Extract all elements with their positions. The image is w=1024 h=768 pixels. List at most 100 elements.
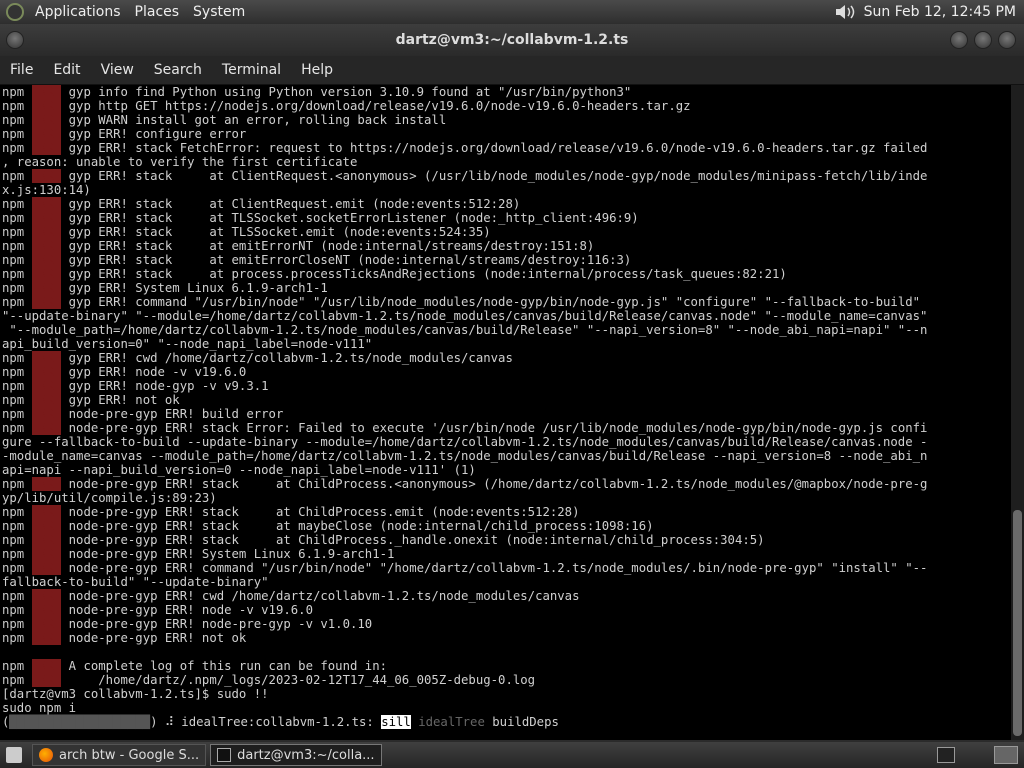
close-button[interactable] [998,31,1016,49]
npm-prefix: npm [2,659,32,673]
terminal-line: yp/lib/util/compile.js:89:23) [2,491,1011,505]
terminal-line: npm ERR! gyp ERR! cwd /home/dartz/collab… [2,351,1011,365]
line-text: gyp ERR! System Linux 6.1.9-arch1-1 [68,281,328,295]
minimize-button[interactable] [950,31,968,49]
task-terminal[interactable]: dartz@vm3:~/colla... [210,744,382,766]
volume-icon[interactable] [834,3,856,21]
terminal-line: gure --fallback-to-build --update-binary… [2,435,1011,449]
show-desktop-icon[interactable] [6,747,22,763]
line-text: gyp http GET https://nodejs.org/download… [68,99,691,113]
panel-menu-system[interactable]: System [186,0,252,24]
npm-prefix: npm [2,113,32,127]
menu-help[interactable]: Help [291,56,343,84]
line-text: gyp ERR! stack at ClientRequest.emit (no… [68,197,521,211]
terminal-line: npm ERR! node-pre-gyp ERR! stack at mayb… [2,519,1011,533]
line-text: node-pre-gyp ERR! stack at maybeClose (n… [68,519,654,533]
line-text: node-pre-gyp ERR! not ok [68,631,247,645]
taskbar: arch btw - Google S... dartz@vm3:~/colla… [0,742,1024,768]
panel-menu-applications[interactable]: Applications [28,0,128,24]
task-browser[interactable]: arch btw - Google S... [32,744,207,766]
terminal-line: npm ERR! gyp WARN install got an error, … [2,113,1011,127]
distro-logo-icon[interactable] [6,3,24,21]
log-level-tag: ERR! [31,141,62,155]
window-titlebar[interactable]: dartz@vm3:~/collabvm-1.2.ts [0,24,1024,56]
menu-terminal[interactable]: Terminal [212,56,291,84]
line-text: gyp WARN install got an error, rolling b… [68,113,447,127]
npm-prefix: npm [2,631,32,645]
npm-prefix: npm [2,169,32,183]
npm-prefix: npm [2,617,32,631]
terminal-line: , reason: unable to verify the first cer… [2,155,1011,169]
line-text: node-pre-gyp ERR! stack at ChildProcess.… [68,477,928,491]
menu-view[interactable]: View [91,56,144,84]
menu-search[interactable]: Search [144,56,212,84]
line-text: gyp ERR! node-gyp -v v9.3.1 [68,379,269,393]
terminal-line: npm ERR! node-pre-gyp ERR! stack at Chil… [2,533,1011,547]
system-tray: Sun Feb 12, 12:45 PM [834,0,1024,24]
line-text: api=napi --napi_build_version=0 --node_n… [2,463,476,477]
log-level-tag: ERR! [31,659,62,673]
npm-prefix: npm [2,547,32,561]
maximize-button[interactable] [974,31,992,49]
log-level-tag: ERR! [31,421,62,435]
log-level-tag: ERR! [31,225,62,239]
npm-prefix: npm [2,393,32,407]
workspace-switcher-icon[interactable] [994,746,1018,764]
log-level-tag: ERR! [31,561,62,575]
npm-prefix: npm [2,85,32,99]
npm-prefix: npm [2,127,32,141]
line-text: x.js:130:14) [2,183,91,197]
log-level-tag: ERR! [31,127,62,141]
line-text: gyp ERR! not ok [68,393,180,407]
line-text: "--module_path=/home/dartz/collabvm-1.2.… [2,323,928,337]
log-level-tag: ERR! [31,85,62,99]
npm-prefix: npm [2,197,32,211]
terminal-line: npm ERR! A complete log of this run can … [2,659,1011,673]
scrollbar-thumb[interactable] [1013,510,1022,736]
npm-prefix: npm [2,477,32,491]
top-panel: Applications Places System Sun Feb 12, 1… [0,0,1024,24]
npm-prefix: npm [2,561,32,575]
line-text: node-pre-gyp ERR! stack Error: Failed to… [68,421,928,435]
clock[interactable]: Sun Feb 12, 12:45 PM [864,4,1024,20]
log-level-tag: ERR! [31,365,62,379]
log-level-tag: ERR! [31,295,62,309]
log-level-tag: ERR! [31,477,62,491]
panel-menu-places[interactable]: Places [128,0,187,24]
log-level-tag: ERR! [31,393,62,407]
npm-prefix: npm [2,281,32,295]
shell-prompt: [dartz@vm3 collabvm-1.2.ts]$ sudo !! [2,687,269,701]
terminal-scrollbar[interactable] [1011,85,1024,740]
npm-prefix: npm [2,421,32,435]
window-menu-button[interactable] [6,31,24,49]
terminal-launcher-icon[interactable] [937,747,955,763]
log-level-tag: ERR! [31,197,62,211]
log-level-tag: ERR! [31,505,62,519]
npm-prefix: npm [2,253,32,267]
menubar: File Edit View Search Terminal Help [0,56,1024,85]
menu-edit[interactable]: Edit [43,56,90,84]
log-level-sill: sill [381,715,411,729]
log-level-tag: ERR! [31,603,62,617]
terminal-output[interactable]: npm ERR! gyp info find Python using Pyth… [0,85,1011,740]
task-terminal-label: dartz@vm3:~/colla... [237,747,375,763]
terminal-line: fallback-to-build" "--update-binary" [2,575,1011,589]
terminal-line: api_build_version=0" "--node_napi_label=… [2,337,1011,351]
log-level-tag: ERR! [31,351,62,365]
terminal-line: npm ERR! node-pre-gyp ERR! cwd /home/dar… [2,589,1011,603]
log-level-tag: ERR! [31,533,62,547]
terminal-line: x.js:130:14) [2,183,1011,197]
log-level-tag: ERR! [31,253,62,267]
log-level-tag: ERR! [31,267,62,281]
menu-file[interactable]: File [0,56,43,84]
log-level-tag: ERR! [31,547,62,561]
terminal-line: npm ERR! gyp http GET https://nodejs.org… [2,99,1011,113]
npm-prefix: npm [2,267,32,281]
terminal-line: api=napi --napi_build_version=0 --node_n… [2,463,1011,477]
terminal-line: npm ERR! gyp ERR! stack at TLSSocket.soc… [2,211,1011,225]
line-text: A complete log of this run can be found … [68,659,388,673]
npm-prefix: npm [2,407,32,421]
terminal-line: npm ERR! gyp ERR! not ok [2,393,1011,407]
line-text: gyp ERR! stack FetchError: request to ht… [68,141,928,155]
line-text: gyp ERR! stack at emitErrorCloseNT (node… [68,253,632,267]
